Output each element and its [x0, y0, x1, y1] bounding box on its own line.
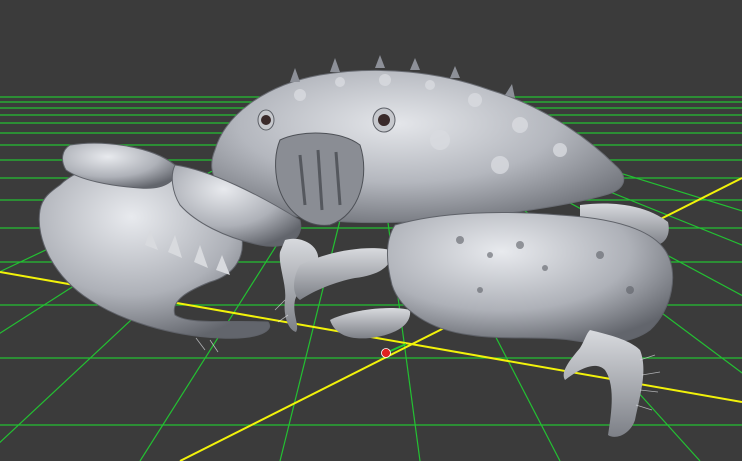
crab-pupil-left	[261, 115, 271, 125]
viewport-canvas[interactable]	[0, 0, 742, 461]
3d-viewport[interactable]	[0, 0, 742, 461]
crab-pupil-right	[378, 114, 390, 126]
crab-claw-right	[387, 211, 674, 344]
